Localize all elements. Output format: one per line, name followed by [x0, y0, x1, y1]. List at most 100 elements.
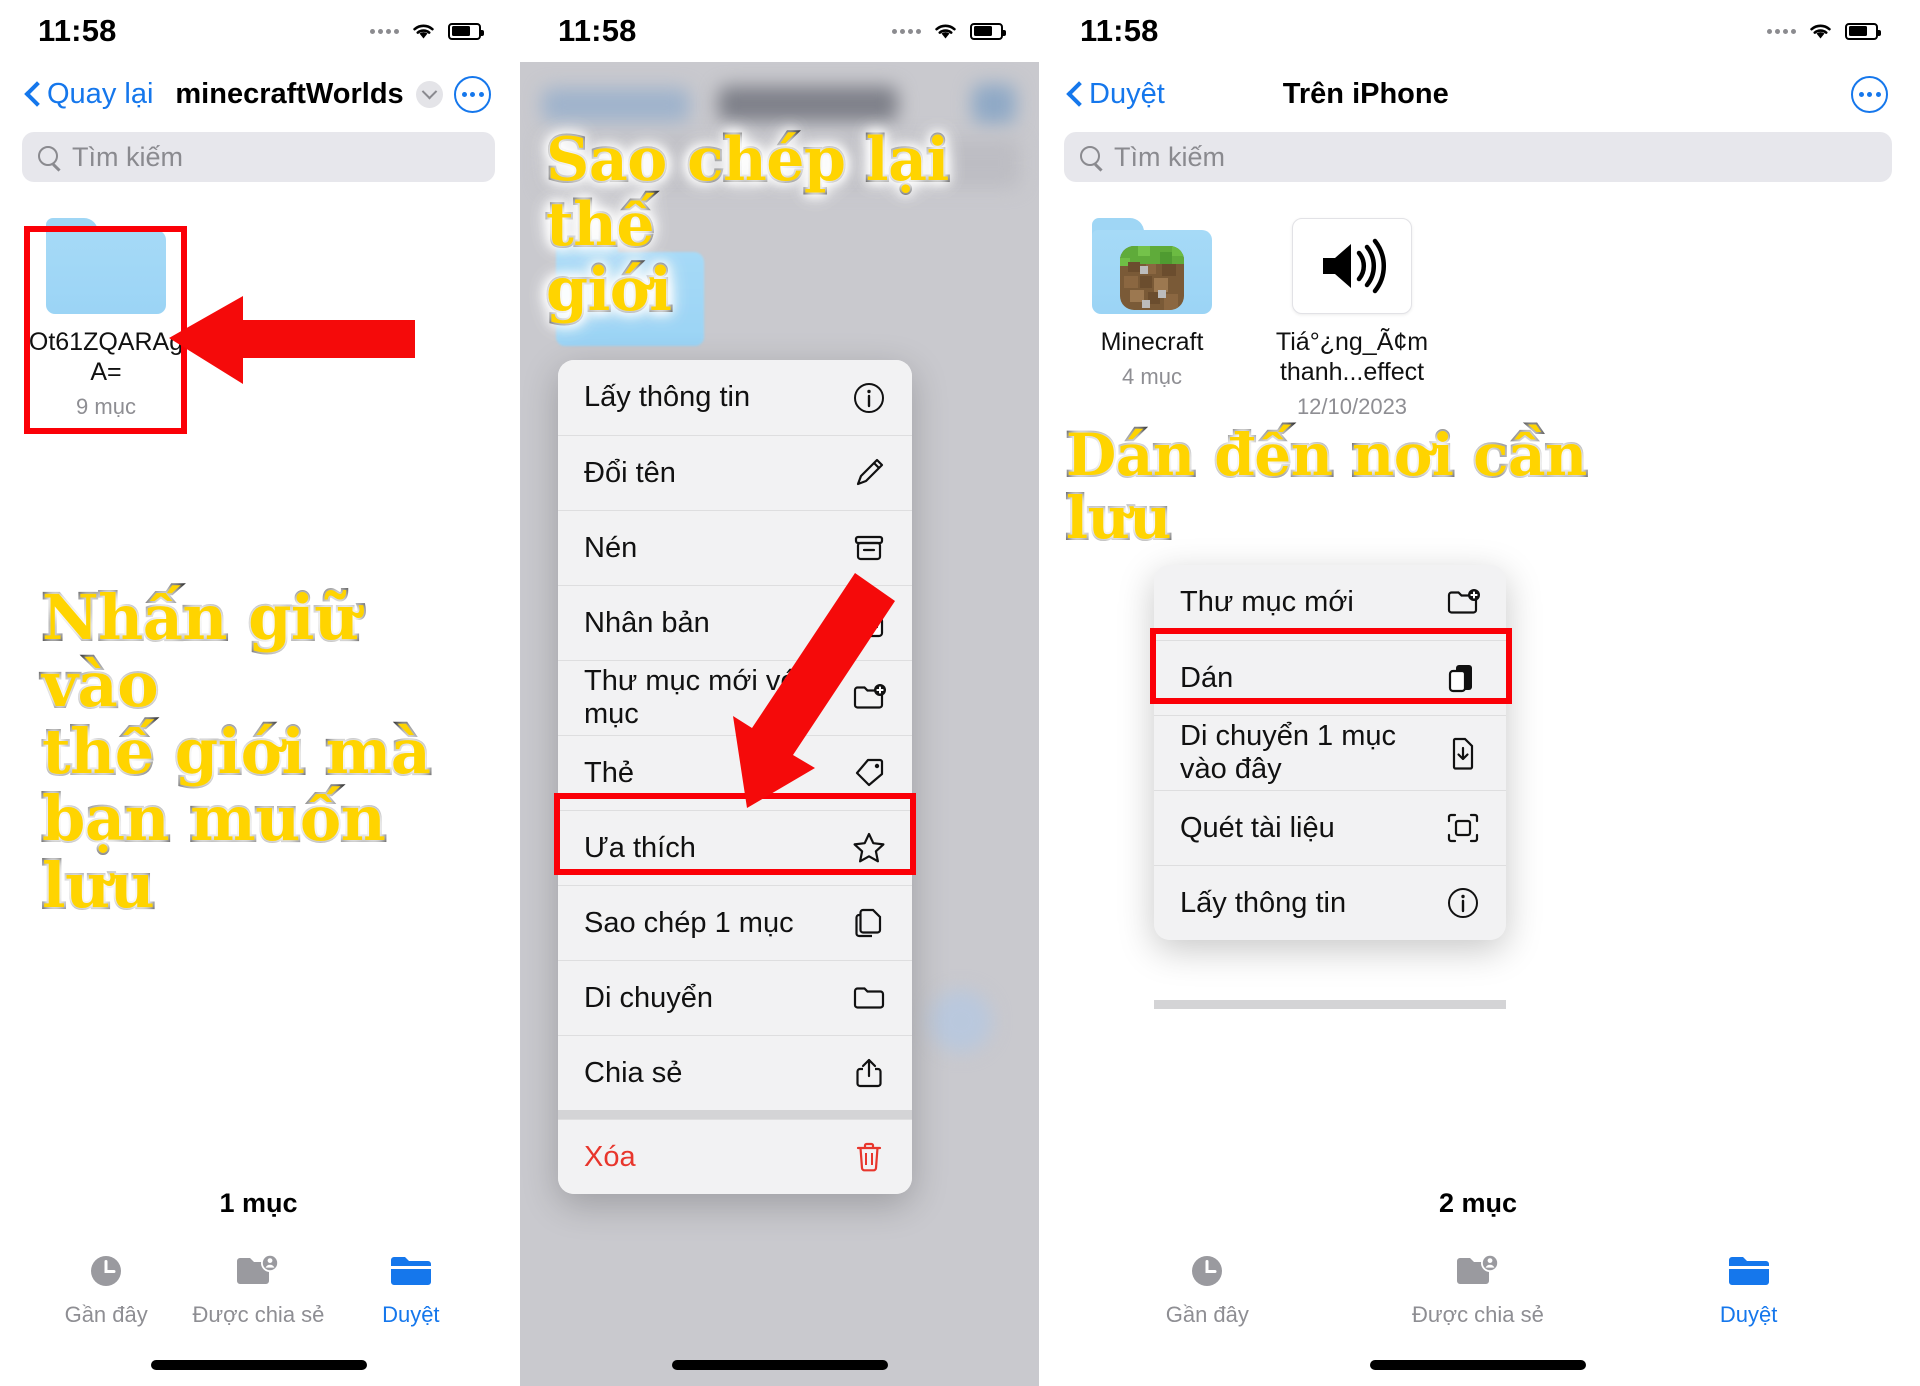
menu-item-paste[interactable]: Dán: [1154, 640, 1506, 715]
menu-item-new-folder[interactable]: Thư mục mới: [1154, 565, 1506, 640]
context-menu: Lấy thông tin Đổi tên Nén Nhân bản Thư m…: [558, 360, 912, 1194]
signal-dots-icon: [892, 28, 921, 34]
menu-item-copy[interactable]: Sao chép 1 mục: [558, 885, 912, 960]
tab-shared[interactable]: Được chia sẻ: [1344, 1249, 1612, 1328]
menu-item-get-info[interactable]: Lấy thông tin: [1154, 865, 1506, 940]
file-name: Minecraft: [1100, 328, 1204, 356]
page-title: Trên iPhone: [1283, 78, 1449, 111]
tab-label: Được chia sẻ: [192, 1302, 325, 1327]
back-button[interactable]: Duyệt: [1068, 78, 1165, 111]
folder-icon-blurred: [556, 238, 704, 346]
chevron-left-icon: [26, 81, 41, 107]
tab-recents[interactable]: Gần đây: [1073, 1249, 1341, 1328]
folder-icon: [1727, 1249, 1771, 1293]
status-time: 11:58: [558, 13, 637, 48]
search-input[interactable]: Tìm kiếm: [22, 132, 495, 182]
panel-step-2: 11:58 Sao chép lại thế giới Lấy thông ti…: [517, 0, 1042, 1386]
screenshot-strip: 11:58 Quay lại minecraftWorlds Tìm kiếm …: [0, 0, 1920, 1386]
audio-file-icon: [1292, 218, 1412, 314]
blurred-nav-more: [972, 84, 1016, 124]
status-bar: 11:58: [0, 0, 517, 62]
menu-item-duplicate[interactable]: Nhân bản: [558, 585, 912, 660]
caption-step-3: Dán đến nơi cần lưu: [1064, 421, 1589, 552]
battery-icon: [448, 22, 484, 40]
list-item[interactable]: Ot61ZQARAgA= 9 mục: [26, 218, 186, 420]
search-input[interactable]: Tìm kiếm: [1064, 132, 1892, 182]
minecraft-folder-icon: [1092, 218, 1212, 314]
list-item[interactable]: Minecraft 4 mục: [1072, 218, 1232, 420]
menu-item-label: Thẻ: [584, 756, 634, 789]
tab-browse[interactable]: Duyệt: [335, 1249, 486, 1328]
menu-item-move-here[interactable]: Di chuyển 1 mục vào đây: [1154, 715, 1506, 790]
list-item[interactable]: Tiá°¿ng_Ã¢m thanh...effect 12/10/2023: [1272, 218, 1432, 420]
context-menu: Thư mục mới Dán Di chuyển 1 mục vào đây …: [1154, 565, 1506, 940]
info-circle-icon: [852, 381, 886, 415]
grass-block-icon: [1120, 246, 1184, 310]
menu-item-tags[interactable]: Thẻ: [558, 735, 912, 810]
tab-label: Duyệt: [382, 1302, 440, 1327]
status-bar: 11:58: [520, 0, 1039, 62]
navigation-bar: Quay lại minecraftWorlds: [0, 62, 517, 126]
wifi-icon: [410, 21, 437, 41]
pencil-icon: [852, 456, 886, 490]
tab-bar: Gần đây Được chia sẻ Duyệt: [1042, 1249, 1914, 1328]
new-folder-icon: [852, 681, 886, 715]
scan-doc-icon: [1446, 811, 1480, 845]
file-subtitle: 9 mục: [76, 394, 136, 419]
blurred-nav-title: [718, 86, 898, 122]
menu-item-label: Chia sẻ: [584, 1056, 683, 1089]
folder-icon: [852, 981, 886, 1015]
menu-item-get-info[interactable]: Lấy thông tin: [558, 360, 912, 435]
file-name: Tiá°¿ng_Ã¢m thanh...effect: [1275, 328, 1429, 386]
menu-item-share[interactable]: Chia sẻ: [558, 1035, 912, 1110]
menu-item-label: Xóa: [584, 1140, 636, 1173]
menu-item-label: Đổi tên: [584, 456, 676, 489]
navigation-bar: Duyệt Trên iPhone: [1042, 62, 1914, 126]
menu-item-label: Nén: [584, 531, 638, 564]
shared-folder-icon: [1455, 1249, 1501, 1293]
page-title: minecraftWorlds: [175, 78, 443, 111]
menu-item-new-folder-with-items[interactable]: Thư mục mới với 1 mục: [558, 660, 912, 735]
wifi-icon: [1807, 21, 1834, 41]
copy-icon: [852, 906, 886, 940]
battery-icon: [970, 22, 1006, 40]
menu-item-scan-document[interactable]: Quét tài liệu: [1154, 790, 1506, 865]
home-indicator: [671, 1360, 888, 1370]
share-icon: [852, 1056, 886, 1090]
search-container: Tìm kiếm: [0, 126, 517, 182]
menu-item-compress[interactable]: Nén: [558, 510, 912, 585]
menu-item-delete[interactable]: Xóa: [558, 1119, 912, 1194]
tab-shared[interactable]: Được chia sẻ: [183, 1249, 334, 1328]
tab-recents[interactable]: Gần đây: [31, 1249, 182, 1328]
menu-item-move[interactable]: Di chuyển: [558, 960, 912, 1035]
tab-browse[interactable]: Duyệt: [1615, 1249, 1883, 1328]
file-grid: Minecraft 4 mục Tiá°¿ng_Ã¢m thanh...effe…: [1042, 182, 1914, 420]
back-button-label: Duyệt: [1089, 77, 1165, 110]
back-button[interactable]: Quay lại: [26, 78, 153, 111]
search-icon: [38, 145, 61, 169]
menu-item-label: Lấy thông tin: [584, 381, 751, 413]
menu-item-label: Lấy thông tin: [1180, 886, 1347, 919]
new-folder-icon: [1446, 586, 1480, 620]
status-bar: 11:58: [1042, 0, 1914, 62]
tag-icon: [852, 756, 886, 790]
wifi-icon: [932, 21, 959, 41]
menu-item-label: Sao chép 1 mục: [584, 906, 794, 939]
folder-icon: [46, 218, 166, 314]
menu-item-rename[interactable]: Đổi tên: [558, 435, 912, 510]
menu-item-label: Dán: [1180, 661, 1234, 694]
status-time: 11:58: [1080, 13, 1159, 48]
blurred-nav-back: [542, 88, 690, 122]
search-placeholder: Tìm kiếm: [72, 141, 183, 172]
chevron-down-icon[interactable]: [415, 80, 443, 108]
more-options-button[interactable]: [1851, 75, 1888, 113]
panel-step-3: 11:58 Duyệt Trên iPhone Tìm kiếm Minecra…: [1042, 0, 1914, 1386]
search-icon: [1080, 145, 1103, 169]
menu-item-label: Di chuyển 1 mục vào đây: [1180, 720, 1396, 785]
home-indicator: [150, 1360, 367, 1370]
blurred-search-field: [542, 138, 1020, 188]
trash-icon: [852, 1140, 886, 1174]
battery-icon: [1845, 22, 1881, 40]
menu-item-favorite[interactable]: Ưa thích: [558, 810, 912, 885]
more-options-button[interactable]: [454, 75, 491, 113]
